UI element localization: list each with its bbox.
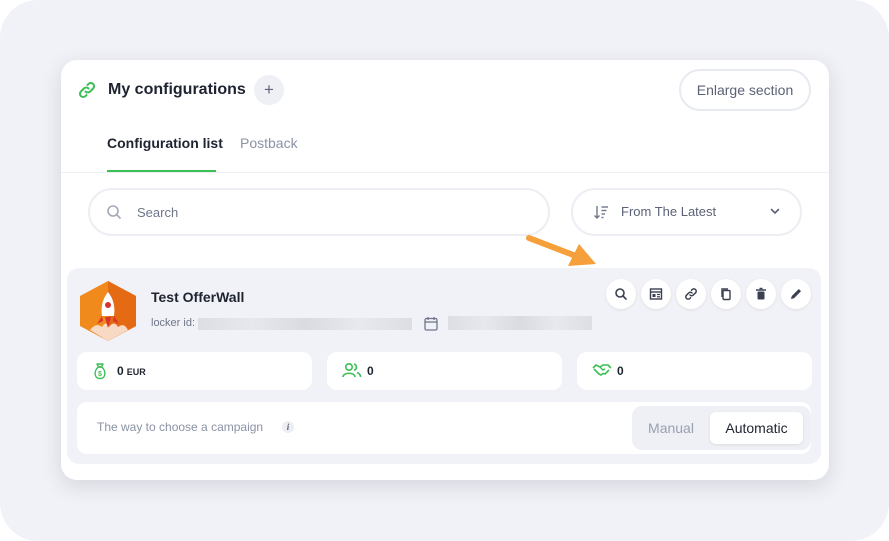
link-icon	[685, 288, 697, 300]
configuration-card: Test OfferWall locker id: $ 0 EUR 0 0 Th…	[67, 268, 821, 464]
campaign-choice-label: The way to choose a campaign	[97, 420, 264, 434]
page-title: My configurations	[108, 81, 246, 98]
search-icon	[107, 205, 121, 219]
sort-selected-label: From The Latest	[621, 204, 717, 219]
tab-postback[interactable]: Postback	[240, 134, 298, 152]
copy-icon	[721, 288, 731, 301]
search-icon	[615, 288, 627, 300]
money-bag-icon: $	[94, 363, 106, 380]
rocket-logo-icon	[80, 281, 136, 341]
manual-option[interactable]: Manual	[632, 406, 710, 450]
conversions-stat: 0	[577, 352, 812, 390]
locker-id-label: locker id:	[151, 317, 196, 329]
campaign-mode-toggle: Manual Automatic	[632, 406, 811, 450]
enlarge-section-button[interactable]: Enlarge section	[679, 69, 811, 111]
users-stat: 0	[327, 352, 562, 390]
edit-icon	[791, 289, 801, 299]
campaign-choice-row: The way to choose a campaign i Manual Au…	[77, 402, 811, 454]
revenue-amount: 0	[117, 364, 124, 378]
card-title: Test OfferWall	[151, 289, 245, 305]
info-icon[interactable]: i	[282, 421, 294, 433]
add-configuration-button[interactable]: +	[254, 75, 284, 105]
users-icon	[342, 362, 362, 378]
trash-icon	[756, 287, 766, 300]
revenue-value: 0 EUR	[117, 364, 146, 379]
revenue-currency: EUR	[126, 367, 146, 377]
date-value-redacted	[448, 316, 592, 330]
copy-link-button[interactable]	[676, 279, 706, 309]
locker-id-value-redacted	[198, 318, 412, 330]
sort-icon	[594, 206, 608, 219]
conversions-value: 0	[617, 364, 624, 378]
duplicate-button[interactable]	[711, 279, 741, 309]
revenue-stat: $ 0 EUR	[77, 352, 312, 390]
edit-button[interactable]	[781, 279, 811, 309]
tabs-divider	[61, 172, 829, 173]
preview-button[interactable]	[641, 279, 671, 309]
svg-text:$: $	[98, 371, 102, 378]
search-input[interactable]	[137, 202, 517, 222]
preview-icon	[649, 288, 663, 300]
delete-button[interactable]	[746, 279, 776, 309]
annotation-arrow-icon	[526, 235, 596, 266]
handshake-icon	[592, 364, 612, 376]
link-icon	[78, 81, 96, 99]
tab-configuration-list[interactable]: Configuration list	[107, 134, 223, 152]
view-button[interactable]	[606, 279, 636, 309]
sort-dropdown[interactable]: From The Latest	[571, 188, 802, 236]
search-box	[88, 188, 550, 236]
users-value: 0	[367, 364, 374, 378]
automatic-option[interactable]: Automatic	[710, 412, 803, 444]
chevron-down-icon	[770, 208, 780, 215]
calendar-icon	[424, 317, 438, 331]
